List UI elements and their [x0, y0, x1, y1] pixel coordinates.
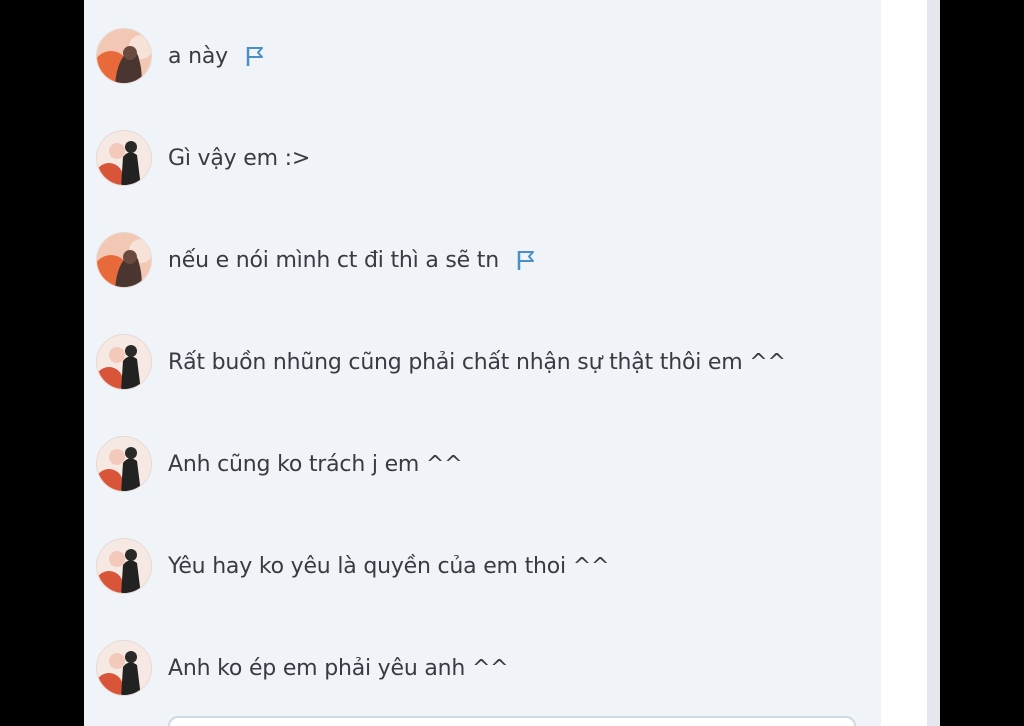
- avatar-boy-icon: [97, 437, 151, 491]
- message-text: Anh ko ép em phải yêu anh ^^: [168, 655, 509, 681]
- chat-message: Gì vậy em :>: [96, 128, 866, 188]
- avatar-him[interactable]: [96, 334, 152, 390]
- avatar-him[interactable]: [96, 436, 152, 492]
- avatar-her[interactable]: [96, 28, 152, 84]
- avatar-boy-icon: [97, 335, 151, 389]
- message-text: Gì vậy em :>: [168, 145, 311, 171]
- message-text: Yêu hay ko yêu là quyền của em thoi ^^: [168, 553, 610, 579]
- avatar-girl-icon: [97, 233, 151, 287]
- message-text: a này: [168, 43, 228, 69]
- chat-message: a này: [96, 26, 866, 86]
- avatar-boy-icon: [97, 539, 151, 593]
- flag-icon[interactable]: [244, 44, 266, 68]
- avatar-him[interactable]: [96, 538, 152, 594]
- message-input-box[interactable]: [168, 716, 856, 726]
- flag-icon[interactable]: [515, 248, 537, 272]
- message-text: Rất buồn nhũng cũng phải chất nhận sự th…: [168, 349, 786, 375]
- avatar-girl-icon: [97, 29, 151, 83]
- chat-message: nếu e nói mình ct đi thì a sẽ tn: [96, 230, 866, 290]
- chat-message: Anh cũng ko trách j em ^^: [96, 434, 866, 494]
- avatar-boy-icon: [97, 131, 151, 185]
- avatar-her[interactable]: [96, 232, 152, 288]
- chat-message: Yêu hay ko yêu là quyền của em thoi ^^: [96, 536, 866, 596]
- avatar-boy-icon: [97, 641, 151, 695]
- screen: a này Gì vậy em :> nếu e nói mình ct đi …: [0, 0, 1024, 726]
- avatar-him[interactable]: [96, 130, 152, 186]
- chat-message: Rất buồn nhũng cũng phải chất nhận sự th…: [96, 332, 866, 392]
- scrollbar-track[interactable]: [927, 0, 940, 726]
- chat-message-list[interactable]: a này Gì vậy em :> nếu e nói mình ct đi …: [84, 0, 881, 726]
- side-panel: [881, 0, 927, 726]
- message-text: Anh cũng ko trách j em ^^: [168, 451, 463, 477]
- avatar-him[interactable]: [96, 640, 152, 696]
- message-text: nếu e nói mình ct đi thì a sẽ tn: [168, 247, 499, 273]
- chat-message: Anh ko ép em phải yêu anh ^^: [96, 638, 866, 698]
